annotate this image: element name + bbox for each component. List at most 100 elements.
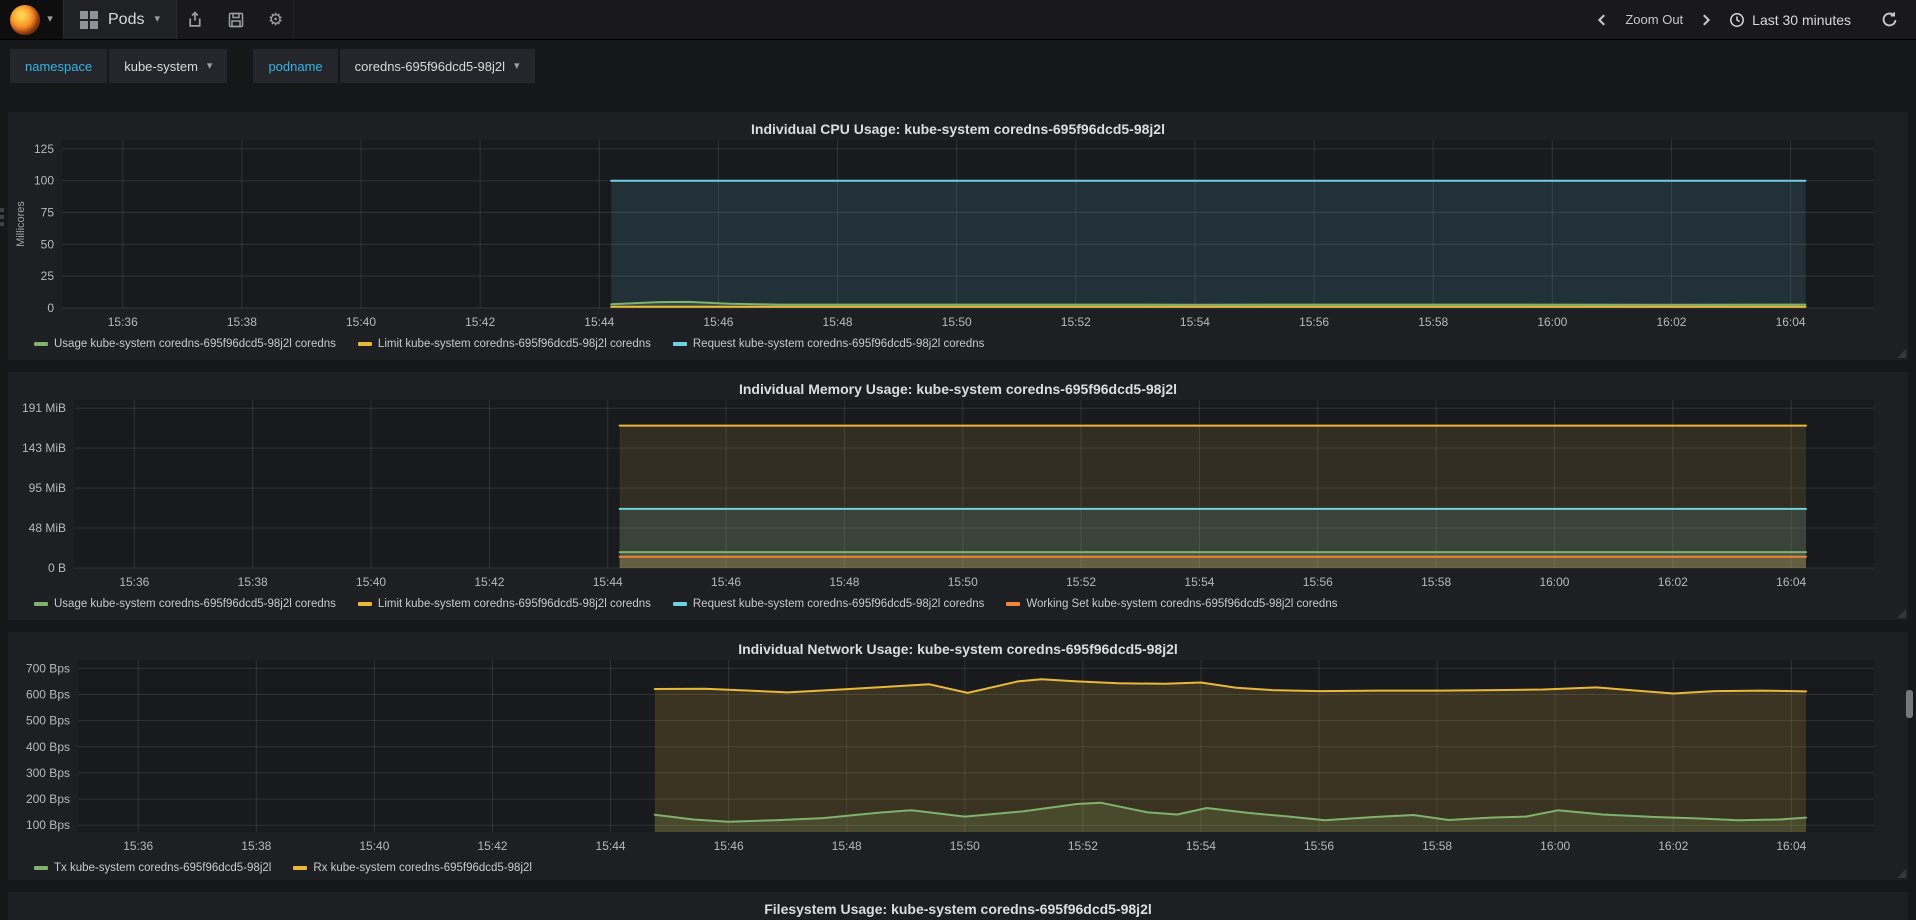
panel-cpu-usage: Individual CPU Usage: kube-system coredn…: [8, 112, 1908, 360]
panel-resize-handle[interactable]: [1897, 869, 1906, 878]
chevron-down-icon: ▾: [47, 13, 53, 25]
panel-title[interactable]: Individual CPU Usage: kube-system coredn…: [12, 118, 1904, 140]
svg-text:15:46: 15:46: [703, 315, 733, 329]
dashboard-picker[interactable]: Pods ▾: [64, 0, 177, 39]
panel-title[interactable]: Individual Network Usage: kube-system co…: [12, 638, 1904, 660]
cpu-usage-chart[interactable]: 0 25 50 75 100 125 15:36 15:38 15:40 15:42 15:44 15…: [12, 140, 1904, 334]
svg-text:15:44: 15:44: [596, 839, 626, 853]
legend-label[interactable]: Request kube-system coredns-695f96dcd5-9…: [693, 598, 985, 610]
variable-namespace-value-dropdown[interactable]: kube-system ▾: [109, 49, 228, 83]
panel-resize-handle[interactable]: [1897, 609, 1906, 618]
refresh-button[interactable]: [1881, 11, 1898, 28]
svg-text:16:02: 16:02: [1658, 839, 1688, 853]
svg-text:16:00: 16:00: [1540, 839, 1570, 853]
legend-item[interactable]: Limit kube-system coredns-695f96dcd5-98j…: [357, 598, 651, 610]
svg-text:15:54: 15:54: [1186, 839, 1216, 853]
chevron-down-icon: ▾: [514, 59, 520, 72]
svg-text:15:46: 15:46: [711, 575, 741, 589]
time-forward-button[interactable]: [1699, 13, 1713, 27]
time-range-picker[interactable]: Last 30 minutes: [1729, 12, 1851, 28]
legend-item[interactable]: Working Set kube-system coredns-695f96dc…: [1006, 598, 1337, 610]
legend-item[interactable]: Tx kube-system coredns-695f96dcd5-98j2l: [34, 862, 271, 874]
variable-podname-value-dropdown[interactable]: coredns-695f96dcd5-98j2l ▾: [339, 49, 535, 83]
legend-label[interactable]: Usage kube-system coredns-695f96dcd5-98j…: [54, 338, 336, 350]
panel-memory-usage: Individual Memory Usage: kube-system cor…: [8, 372, 1908, 620]
svg-text:15:38: 15:38: [241, 839, 271, 853]
svg-text:15:40: 15:40: [359, 839, 389, 853]
legend-label[interactable]: Limit kube-system coredns-695f96dcd5-98j…: [378, 598, 651, 610]
svg-text:15:38: 15:38: [238, 575, 268, 589]
svg-text:15:38: 15:38: [227, 315, 257, 329]
legend-color-dash: [34, 866, 48, 870]
variable-podname-label: podname: [253, 49, 338, 83]
svg-text:75: 75: [41, 206, 55, 220]
dashboard-title[interactable]: Pods: [108, 11, 144, 29]
svg-text:16:00: 16:00: [1539, 575, 1569, 589]
legend-label[interactable]: Rx kube-system coredns-695f96dcd5-98j2l: [313, 862, 532, 874]
grafana-menu[interactable]: ▾: [0, 0, 64, 39]
clock-icon: [1730, 12, 1745, 27]
save-icon: [228, 12, 244, 27]
svg-text:15:44: 15:44: [584, 315, 614, 329]
svg-text:48 MiB: 48 MiB: [29, 521, 66, 535]
svg-text:15:52: 15:52: [1066, 575, 1096, 589]
save-button[interactable]: [228, 12, 244, 28]
panel-drag-handle[interactable]: [0, 208, 6, 226]
network-usage-chart[interactable]: 100 Bps 200 Bps 300 Bps 400 Bps 500 Bps 600 B…: [12, 660, 1904, 858]
svg-text:300 Bps: 300 Bps: [26, 766, 70, 780]
svg-text:15:54: 15:54: [1184, 575, 1214, 589]
legend-item[interactable]: Limit kube-system coredns-695f96dcd5-98j…: [357, 338, 651, 350]
svg-text:15:46: 15:46: [714, 839, 744, 853]
svg-text:15:48: 15:48: [823, 315, 853, 329]
svg-text:0 B: 0 B: [48, 561, 66, 575]
svg-text:500 Bps: 500 Bps: [26, 714, 70, 728]
legend-label[interactable]: Working Set kube-system coredns-695f96dc…: [1026, 598, 1337, 610]
settings-button[interactable]: ⚙: [268, 10, 283, 30]
svg-text:15:58: 15:58: [1418, 315, 1448, 329]
legend-label[interactable]: Tx kube-system coredns-695f96dcd5-98j2l: [54, 862, 271, 874]
panel-title[interactable]: Individual Memory Usage: kube-system cor…: [12, 378, 1904, 400]
svg-text:15:40: 15:40: [346, 315, 376, 329]
svg-text:125: 125: [34, 142, 54, 156]
svg-text:400 Bps: 400 Bps: [26, 740, 70, 754]
panel-title[interactable]: Filesystem Usage: kube-system coredns-69…: [12, 898, 1904, 920]
legend-label[interactable]: Limit kube-system coredns-695f96dcd5-98j…: [378, 338, 651, 350]
memory-usage-chart[interactable]: 0 B 48 MiB 95 MiB 143 MiB 191 MiB 15:36 15:38 1…: [12, 400, 1904, 594]
svg-text:15:50: 15:50: [942, 315, 972, 329]
gear-icon: ⚙: [268, 9, 284, 29]
time-range-label: Last 30 minutes: [1752, 11, 1851, 28]
legend-item[interactable]: Request kube-system coredns-695f96dcd5-9…: [672, 598, 985, 610]
share-icon: [189, 11, 201, 27]
svg-text:15:48: 15:48: [829, 575, 859, 589]
legend-color-dash: [293, 866, 308, 870]
svg-text:Millicores: Millicores: [15, 201, 27, 247]
svg-text:15:58: 15:58: [1421, 575, 1451, 589]
legend-color-dash: [1006, 602, 1021, 606]
legend-label[interactable]: Request kube-system coredns-695f96dcd5-9…: [693, 338, 985, 350]
legend-item[interactable]: Request kube-system coredns-695f96dcd5-9…: [672, 338, 985, 350]
time-back-button[interactable]: [1595, 13, 1609, 27]
panel-resize-handle[interactable]: [1897, 349, 1906, 358]
chevron-right-icon: [1703, 13, 1711, 26]
chart-legend: Tx kube-system coredns-695f96dcd5-98j2l R…: [12, 858, 1904, 878]
svg-text:191 MiB: 191 MiB: [22, 401, 66, 415]
legend-item[interactable]: Rx kube-system coredns-695f96dcd5-98j2l: [293, 862, 532, 874]
chevron-left-icon: [1598, 13, 1606, 26]
chevron-down-icon: ▾: [154, 13, 160, 25]
svg-text:15:56: 15:56: [1303, 575, 1333, 589]
legend-color-dash: [34, 342, 48, 346]
svg-text:95 MiB: 95 MiB: [29, 481, 66, 495]
legend-item[interactable]: Usage kube-system coredns-695f96dcd5-98j…: [34, 338, 336, 350]
svg-text:600 Bps: 600 Bps: [26, 688, 70, 702]
svg-text:16:04: 16:04: [1776, 575, 1806, 589]
refresh-icon: [1882, 12, 1897, 27]
share-button[interactable]: [187, 11, 204, 28]
legend-label[interactable]: Usage kube-system coredns-695f96dcd5-98j…: [54, 598, 336, 610]
legend-item[interactable]: Usage kube-system coredns-695f96dcd5-98j…: [34, 598, 336, 610]
template-variables-row: namespace kube-system ▾ podname coredns-6…: [0, 40, 1916, 92]
zoom-out-button[interactable]: Zoom Out: [1625, 12, 1683, 27]
svg-text:15:36: 15:36: [123, 839, 153, 853]
page-scrollbar[interactable]: [1906, 690, 1913, 718]
svg-text:16:04: 16:04: [1776, 839, 1806, 853]
svg-text:15:56: 15:56: [1299, 315, 1329, 329]
